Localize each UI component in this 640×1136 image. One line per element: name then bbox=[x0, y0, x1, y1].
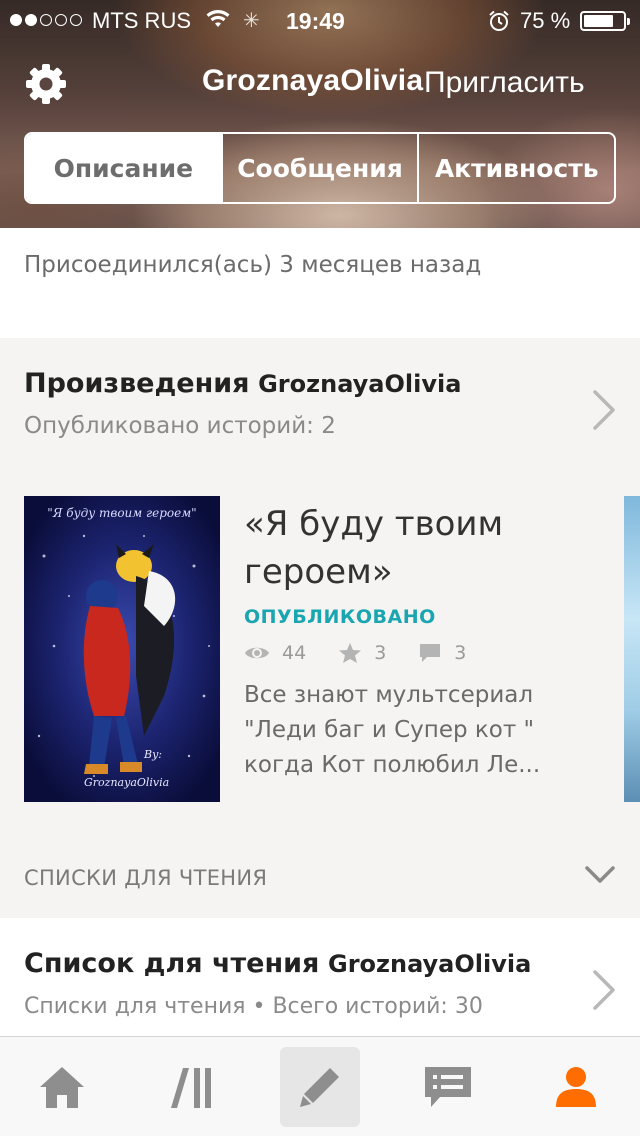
alarm-icon bbox=[488, 10, 510, 38]
votes-count: 3 bbox=[374, 642, 387, 664]
signal-strength-icon bbox=[10, 14, 82, 26]
tab-about[interactable]: Описание bbox=[26, 134, 221, 202]
settings-button[interactable] bbox=[24, 62, 68, 106]
reading-list-subtitle: Списки для чтения • Всего историй: 30 bbox=[24, 994, 483, 1019]
story-status-badge: ОПУБЛИКОВАНО bbox=[244, 606, 436, 628]
works-title: Произведения GroznayaOlivia bbox=[24, 368, 624, 399]
battery-icon bbox=[580, 11, 630, 31]
views-count: 44 bbox=[282, 642, 307, 664]
profile-tabs: Описание Сообщения Активность bbox=[24, 132, 616, 204]
reading-lists-section-label[interactable]: СПИСКИ ДЛЯ ЧТЕНИЯ bbox=[24, 866, 267, 890]
battery-percent: 75 % bbox=[520, 8, 571, 33]
svg-text:GroznayaOlivia: GroznayaOlivia bbox=[84, 776, 169, 789]
profile-icon bbox=[556, 1067, 596, 1107]
write-icon bbox=[300, 1068, 339, 1107]
views-stat: 44 bbox=[244, 642, 306, 664]
library-icon bbox=[171, 1068, 211, 1108]
story-card[interactable]: "Я буду твоим героем" By: GroznayaOlivia bbox=[24, 496, 604, 802]
story-stats: 44 3 3 bbox=[244, 642, 604, 664]
story-info: «Я буду твоим героем» ОПУБЛИКОВАНО 44 3 bbox=[244, 496, 604, 783]
comments-stat: 3 bbox=[418, 642, 466, 664]
votes-stat: 3 bbox=[338, 642, 386, 664]
chevron-down-icon[interactable] bbox=[584, 864, 616, 886]
eye-icon bbox=[245, 647, 269, 659]
chevron-right-icon[interactable] bbox=[590, 388, 618, 432]
home-icon bbox=[40, 1067, 84, 1108]
invite-button[interactable]: Пригласить bbox=[424, 66, 585, 100]
profile-username-title: GroznayaOlivia bbox=[202, 64, 424, 97]
chevron-right-icon[interactable] bbox=[590, 968, 618, 1012]
works-section: Произведения GroznayaOlivia Опубликовано… bbox=[0, 338, 640, 918]
tab-write[interactable] bbox=[280, 1047, 360, 1127]
story-title[interactable]: «Я буду твоим героем» bbox=[244, 500, 604, 596]
tab-home[interactable] bbox=[22, 1047, 102, 1127]
tab-library[interactable] bbox=[152, 1047, 232, 1127]
story-description: Все знают мультсериал "Леди баг и Супер … bbox=[244, 682, 541, 778]
works-header[interactable]: Произведения GroznayaOlivia Опубликовано… bbox=[24, 368, 624, 439]
works-title-label: Произведения bbox=[24, 368, 250, 399]
comment-icon bbox=[420, 644, 441, 662]
reading-list-title-label: Список для чтения bbox=[24, 948, 320, 979]
profile-header: MTS RUS ✳ 19:49 75 % GroznayaOlivia Приг… bbox=[0, 0, 640, 228]
status-bar: MTS RUS ✳ 19:49 75 % bbox=[0, 0, 640, 40]
star-icon bbox=[339, 643, 362, 663]
comments-count: 3 bbox=[454, 642, 467, 664]
joined-date-text: Присоединился(ась) 3 месяцев назад bbox=[24, 252, 482, 278]
bottom-tab-bar bbox=[0, 1036, 640, 1136]
tab-messages[interactable]: Сообщения bbox=[220, 134, 418, 202]
activity-spinner-icon: ✳ bbox=[243, 10, 260, 32]
reading-list-username: GroznayaOlivia bbox=[328, 950, 532, 978]
clock: 19:49 bbox=[286, 8, 345, 34]
wifi-icon bbox=[205, 9, 231, 35]
reading-list-item[interactable]: Список для чтения GroznayaOlivia Списки … bbox=[0, 918, 640, 1036]
tab-messages-inbox[interactable] bbox=[408, 1047, 488, 1127]
messages-icon bbox=[425, 1067, 471, 1107]
carrier-name: MTS RUS bbox=[92, 8, 191, 33]
tab-activity[interactable]: Активность bbox=[417, 134, 614, 202]
next-story-cover-image[interactable] bbox=[624, 496, 640, 802]
works-count: Опубликовано историй: 2 bbox=[24, 413, 336, 439]
story-cover-image[interactable]: "Я буду твоим героем" By: GroznayaOlivia bbox=[24, 496, 220, 802]
tab-profile[interactable] bbox=[536, 1047, 616, 1127]
svg-text:By:: By: bbox=[143, 748, 162, 761]
works-title-username: GroznayaOlivia bbox=[258, 370, 462, 398]
reading-list-title: Список для чтения GroznayaOlivia bbox=[24, 948, 531, 979]
gear-icon bbox=[26, 64, 66, 104]
